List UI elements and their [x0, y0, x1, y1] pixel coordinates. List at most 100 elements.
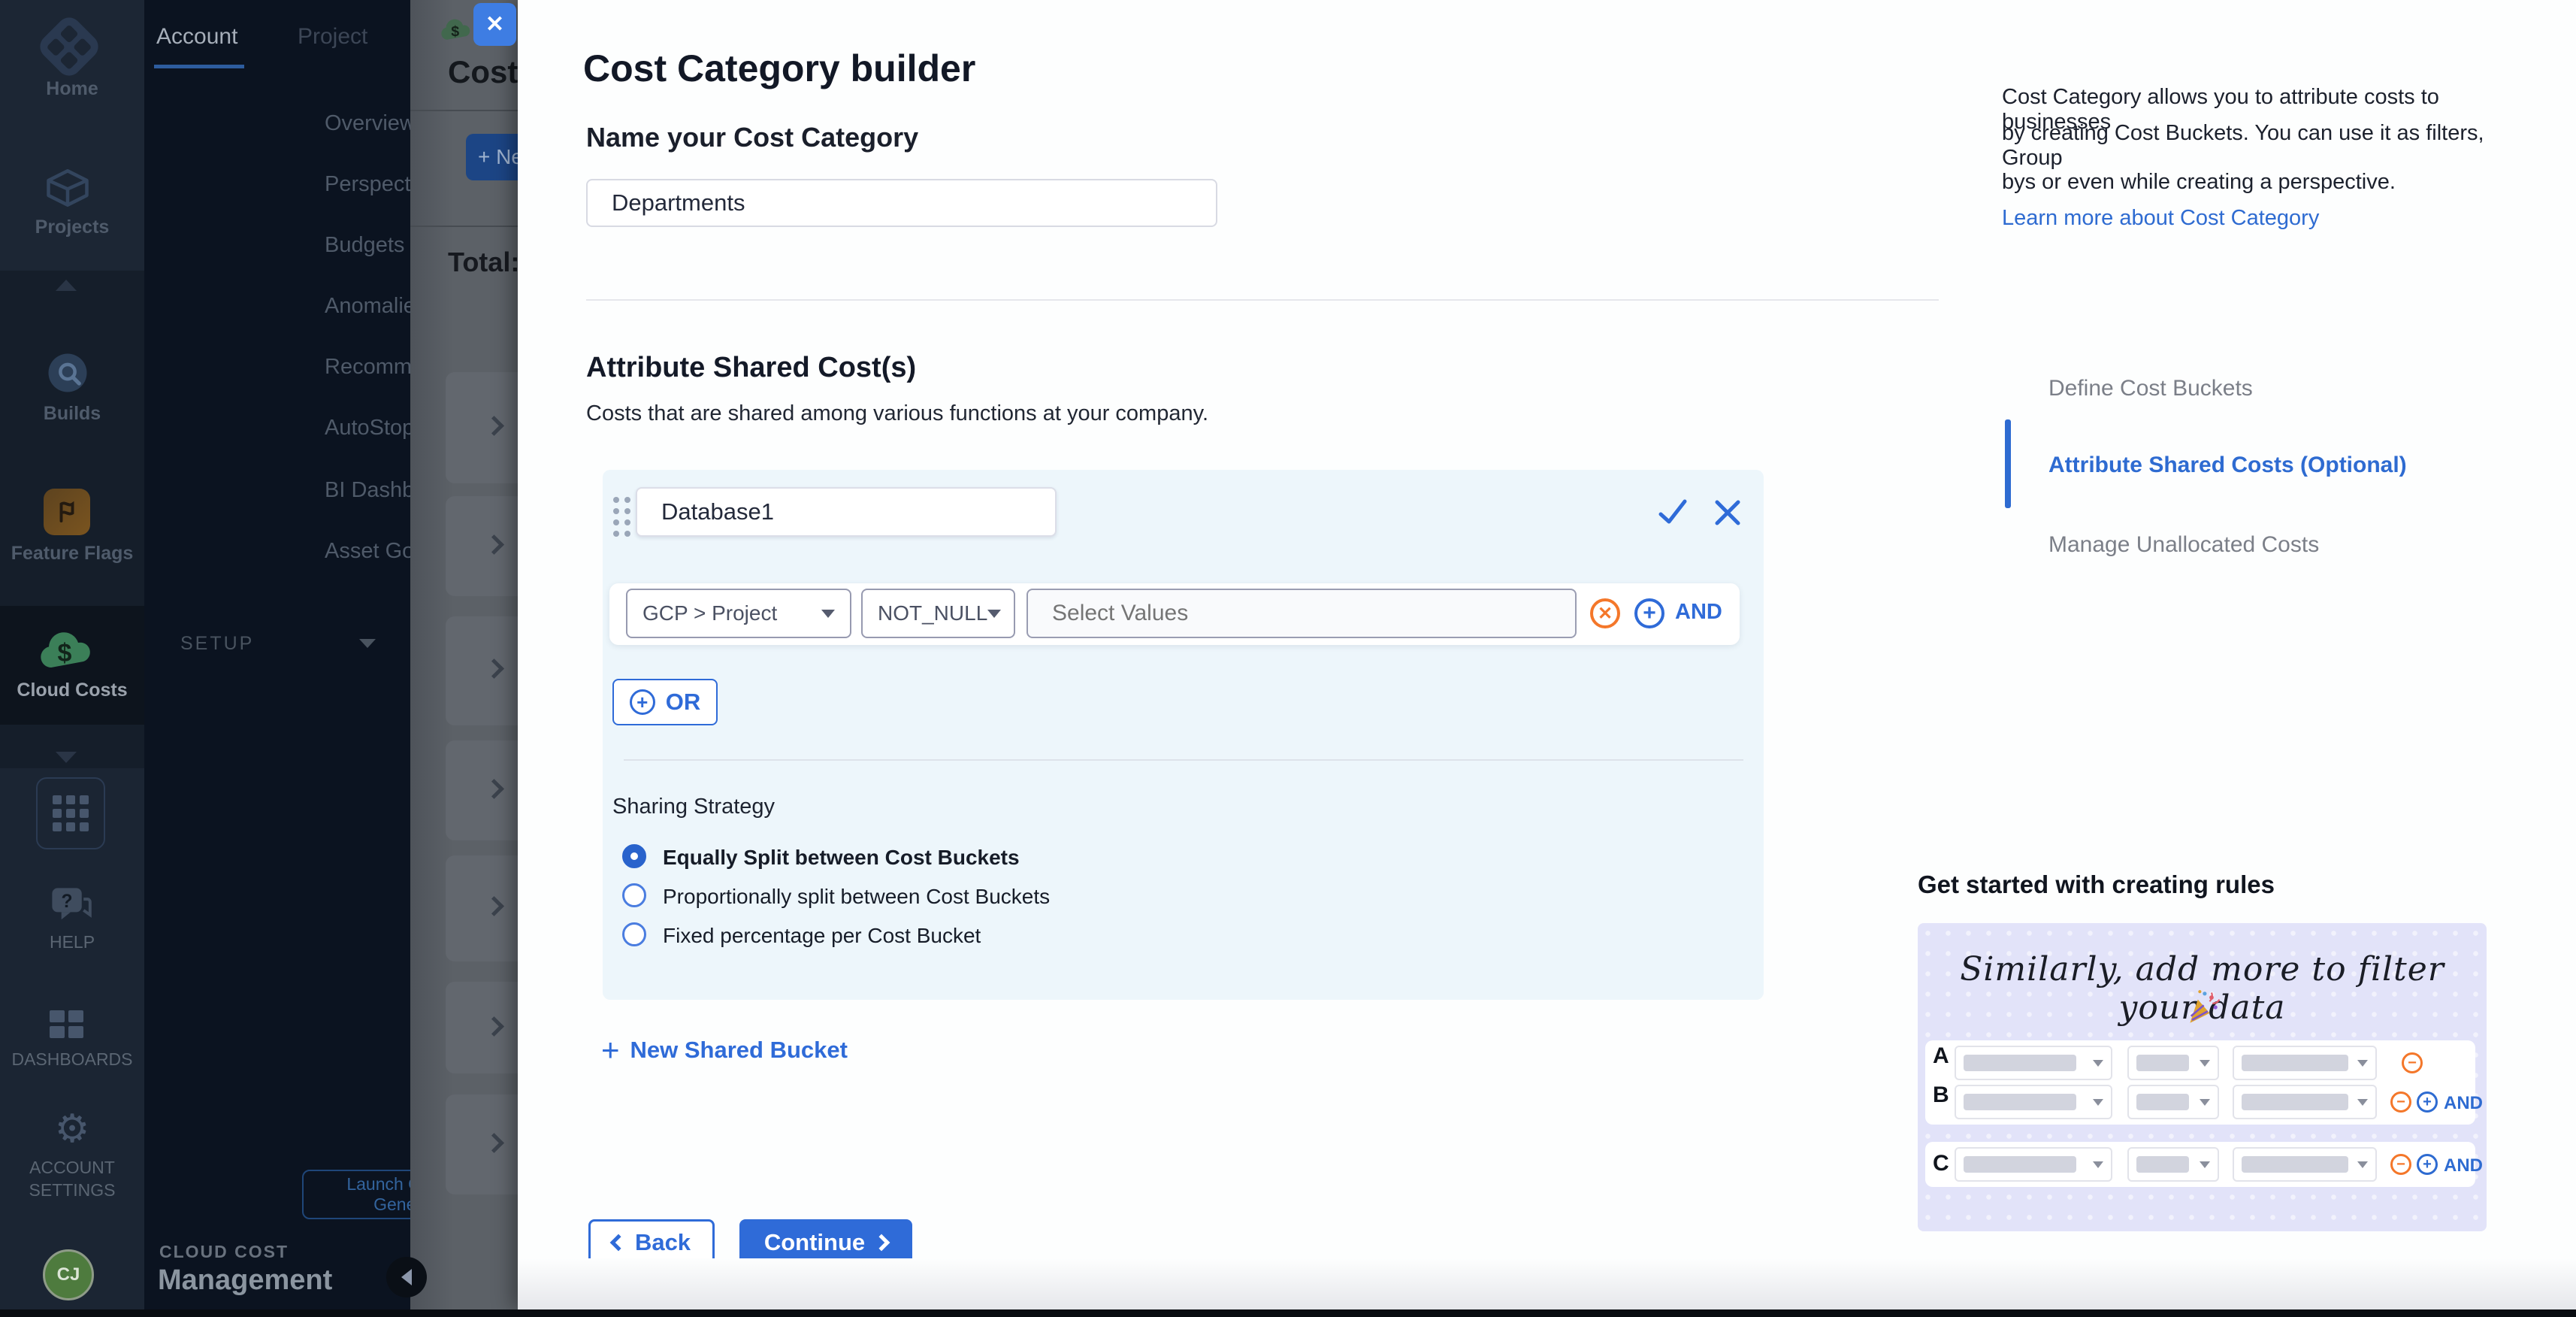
plus-icon: +	[601, 1032, 620, 1068]
sharing-strategy-label: Sharing Strategy	[612, 795, 775, 819]
close-icon: ✕	[485, 11, 504, 38]
chevron-right-icon	[873, 1234, 890, 1252]
rail-item-projects-label[interactable]: Projects	[0, 216, 144, 238]
illustration-remove-icon: −	[2390, 1091, 2411, 1113]
table-row[interactable]	[446, 616, 518, 725]
rail-item-account-settings-label2[interactable]: SETTINGS	[0, 1180, 144, 1200]
table-row[interactable]	[446, 982, 518, 1073]
projects-cube-icon[interactable]	[42, 162, 93, 217]
rail-bottom-section	[0, 768, 144, 1317]
sidebar-collapse-button[interactable]	[386, 1257, 427, 1297]
step-manage-unallocated-costs[interactable]: Manage Unallocated Costs	[2048, 531, 2529, 559]
table-row[interactable]	[446, 740, 518, 840]
rail-item-cloud-costs-label[interactable]: Cloud Costs	[0, 680, 144, 701]
plus-circle-icon: +	[630, 689, 655, 715]
collapse-arrow-left-icon	[401, 1269, 412, 1285]
table-row[interactable]	[446, 372, 518, 483]
rail-item-home-label[interactable]: Home	[0, 78, 144, 100]
select-values-input[interactable]	[1026, 589, 1577, 638]
svg-text:$: $	[451, 23, 459, 40]
dashboards-icon[interactable]	[50, 1010, 83, 1038]
illustration-remove-icon: −	[2402, 1052, 2423, 1073]
background-cloud-costs-icon: $	[440, 17, 473, 44]
illustration-field-select	[1955, 1046, 2112, 1080]
delete-bucket-icon[interactable]	[1713, 499, 1742, 530]
get-started-heading: Get started with creating rules	[1918, 870, 2275, 899]
illustration-row-label: A	[1933, 1043, 1949, 1069]
help-icon[interactable]: ?	[47, 884, 95, 933]
step-define-cost-buckets[interactable]: Define Cost Buckets	[2048, 374, 2529, 403]
illustration-rule-card: A − B − + AND	[1925, 1040, 2475, 1125]
tab-account-underline	[154, 65, 244, 68]
module-sidebar: Account Project Overview Perspectives Bu…	[144, 0, 410, 1317]
row-chevron-right-icon	[484, 779, 504, 799]
chevron-left-icon	[610, 1234, 627, 1252]
illustration-add-icon: +	[2417, 1091, 2438, 1113]
nav-rail: Home Projects Builds Feature Flags	[0, 0, 144, 1317]
page-title: Cost Category builder	[583, 47, 975, 90]
illustration-and-label: AND	[2444, 1155, 2483, 1176]
field-select[interactable]: GCP > Project	[626, 589, 851, 638]
cloud-costs-icon[interactable]: $	[39, 628, 96, 674]
illustration-rule-card: C − + AND	[1925, 1142, 2475, 1187]
field-select-value: GCP > Project	[642, 601, 777, 625]
close-button[interactable]: ✕	[473, 3, 516, 46]
radio-equally-split-label[interactable]: Equally Split between Cost Buckets	[663, 846, 1020, 870]
svg-text:$: $	[58, 639, 72, 668]
radio-proportionally-split-label[interactable]: Proportionally split between Cost Bucket…	[663, 885, 1050, 909]
table-row[interactable]	[446, 855, 518, 961]
cost-category-name-field-wrap	[586, 179, 1217, 227]
app-screen: Home Projects Builds Feature Flags	[0, 0, 2576, 1317]
radio-proportionally-split[interactable]	[622, 883, 646, 907]
illustration-field-select	[1955, 1085, 2112, 1119]
add-and-condition-icon[interactable]: +	[1634, 598, 1664, 628]
cost-category-name-input[interactable]	[586, 179, 1217, 227]
drag-handle-icon[interactable]	[613, 497, 630, 537]
confirm-bucket-icon[interactable]	[1658, 498, 1688, 530]
tab-project[interactable]: Project	[298, 24, 367, 50]
avatar[interactable]: CJ	[43, 1249, 94, 1300]
table-row[interactable]	[446, 1094, 518, 1194]
rail-item-help-label[interactable]: HELP	[0, 932, 144, 952]
radio-fixed-percentage-label[interactable]: Fixed percentage per Cost Bucket	[663, 924, 981, 948]
home-icon[interactable]	[45, 23, 93, 71]
new-shared-bucket-link[interactable]: + New Shared Bucket	[601, 1031, 848, 1069]
illustration-operator-select	[2127, 1085, 2219, 1119]
row-chevron-right-icon	[484, 1133, 504, 1153]
illustration-remove-icon: −	[2390, 1154, 2411, 1175]
active-step-indicator	[2005, 419, 2011, 508]
remove-condition-icon[interactable]: ✕	[1590, 598, 1620, 628]
back-button[interactable]: Back	[588, 1219, 715, 1266]
row-chevron-right-icon	[484, 416, 504, 436]
and-button-label[interactable]: AND	[1675, 600, 1722, 625]
card-divider	[624, 759, 1743, 761]
background-page: $ Cost + Ne Total:	[410, 0, 518, 1309]
step-attribute-shared-costs[interactable]: Attribute Shared Costs (Optional)	[2048, 451, 2529, 480]
operator-select-value: NOT_NULL	[878, 601, 987, 625]
radio-equally-split[interactable]	[622, 844, 646, 868]
learn-more-link[interactable]: Learn more about Cost Category	[2002, 200, 2528, 236]
rail-item-account-settings-label1[interactable]: ACCOUNT	[0, 1158, 144, 1178]
setup-section-label[interactable]: SETUP	[180, 633, 254, 655]
gear-icon[interactable]: ⚙	[0, 1107, 144, 1152]
radio-fixed-percentage[interactable]	[622, 922, 646, 946]
scroll-up-icon[interactable]	[56, 280, 77, 291]
new-cost-category-button[interactable]: + Ne	[466, 134, 518, 180]
setup-chevron-down-icon[interactable]	[359, 639, 376, 648]
feature-flags-icon[interactable]	[44, 489, 90, 535]
tab-account[interactable]: Account	[156, 24, 237, 50]
shared-bucket-card: GCP > Project NOT_NULL ✕ + AND + OR Shar…	[603, 470, 1764, 1000]
builds-icon[interactable]	[42, 347, 93, 402]
table-row[interactable]	[446, 496, 518, 596]
add-or-condition-button[interactable]: + OR	[612, 679, 718, 725]
rail-item-builds-label[interactable]: Builds	[0, 403, 144, 425]
rail-item-dashboards-label[interactable]: DASHBOARDS	[0, 1049, 144, 1070]
operator-select[interactable]: NOT_NULL	[861, 589, 1015, 638]
modules-grid-icon[interactable]	[36, 777, 105, 849]
bucket-name-input[interactable]	[636, 487, 1057, 537]
illustration-row-label: C	[1933, 1151, 1949, 1176]
scroll-down-icon[interactable]	[56, 752, 77, 763]
or-button-label: OR	[666, 689, 701, 716]
rail-item-feature-flags-label[interactable]: Feature Flags	[0, 543, 144, 565]
continue-button[interactable]: Continue	[739, 1219, 912, 1266]
